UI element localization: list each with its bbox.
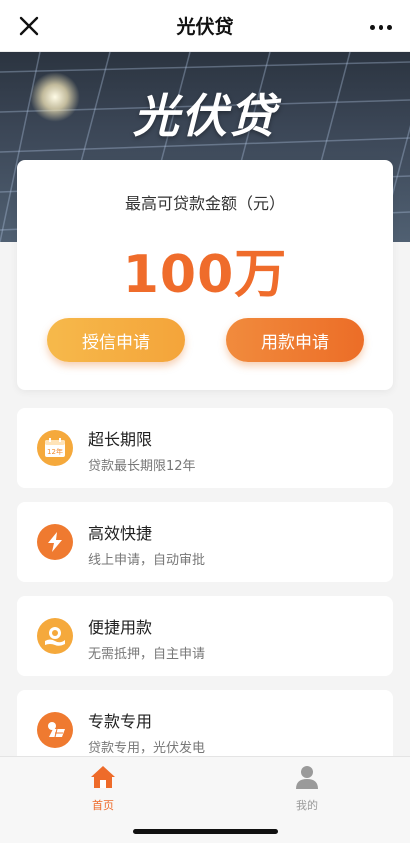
page-title: 光伏贷 xyxy=(176,16,234,38)
solar-panel-icon xyxy=(37,712,73,748)
top-navbar: 光伏贷 xyxy=(0,0,410,52)
feature-card-fast[interactable]: 高效快捷 线上申请，自动审批 xyxy=(17,502,393,582)
feature-desc: 无需抵押，自主申请 xyxy=(88,647,206,662)
tab-home[interactable]: 首页 xyxy=(73,765,133,813)
feature-title: 便捷用款 xyxy=(88,618,153,637)
feature-desc: 线上申请，自动审批 xyxy=(88,553,206,568)
max-amount-label: 最高可贷款金额（元） xyxy=(124,194,285,213)
feature-title: 超长期限 xyxy=(88,430,153,449)
hand-coin-icon xyxy=(37,618,73,654)
user-icon xyxy=(296,766,318,789)
feature-desc: 贷款最长期限12年 xyxy=(88,459,196,474)
tab-home-label: 首页 xyxy=(92,799,114,812)
close-icon[interactable] xyxy=(16,13,42,39)
credit-apply-button[interactable]: 授信申请 xyxy=(47,318,185,362)
max-amount-value: 100万 xyxy=(122,245,288,305)
feature-card-convenient[interactable]: 便捷用款 无需抵押，自主申请 xyxy=(17,596,393,676)
home-indicator xyxy=(133,829,278,834)
feature-title: 高效快捷 xyxy=(88,524,153,543)
tab-mine[interactable]: 我的 xyxy=(277,765,337,813)
home-icon xyxy=(91,766,115,788)
loan-amount-card: 最高可贷款金额（元） 100万 授信申请 用款申请 xyxy=(17,160,393,390)
feature-card-long-term[interactable]: 12年 超长期限 贷款最长期限12年 xyxy=(17,408,393,488)
calendar-icon-text: 12年 xyxy=(47,447,63,456)
tab-mine-label: 我的 xyxy=(296,799,318,812)
lightning-icon xyxy=(37,524,73,560)
feature-title: 专款专用 xyxy=(88,712,153,731)
more-options-icon[interactable] xyxy=(368,14,394,40)
feature-desc: 贷款专用，光伏发电 xyxy=(88,741,206,756)
calendar-icon: 12年 xyxy=(37,430,73,466)
loan-apply-button[interactable]: 用款申请 xyxy=(226,318,364,362)
banner-logo-text: 光伏贷 xyxy=(133,89,277,143)
